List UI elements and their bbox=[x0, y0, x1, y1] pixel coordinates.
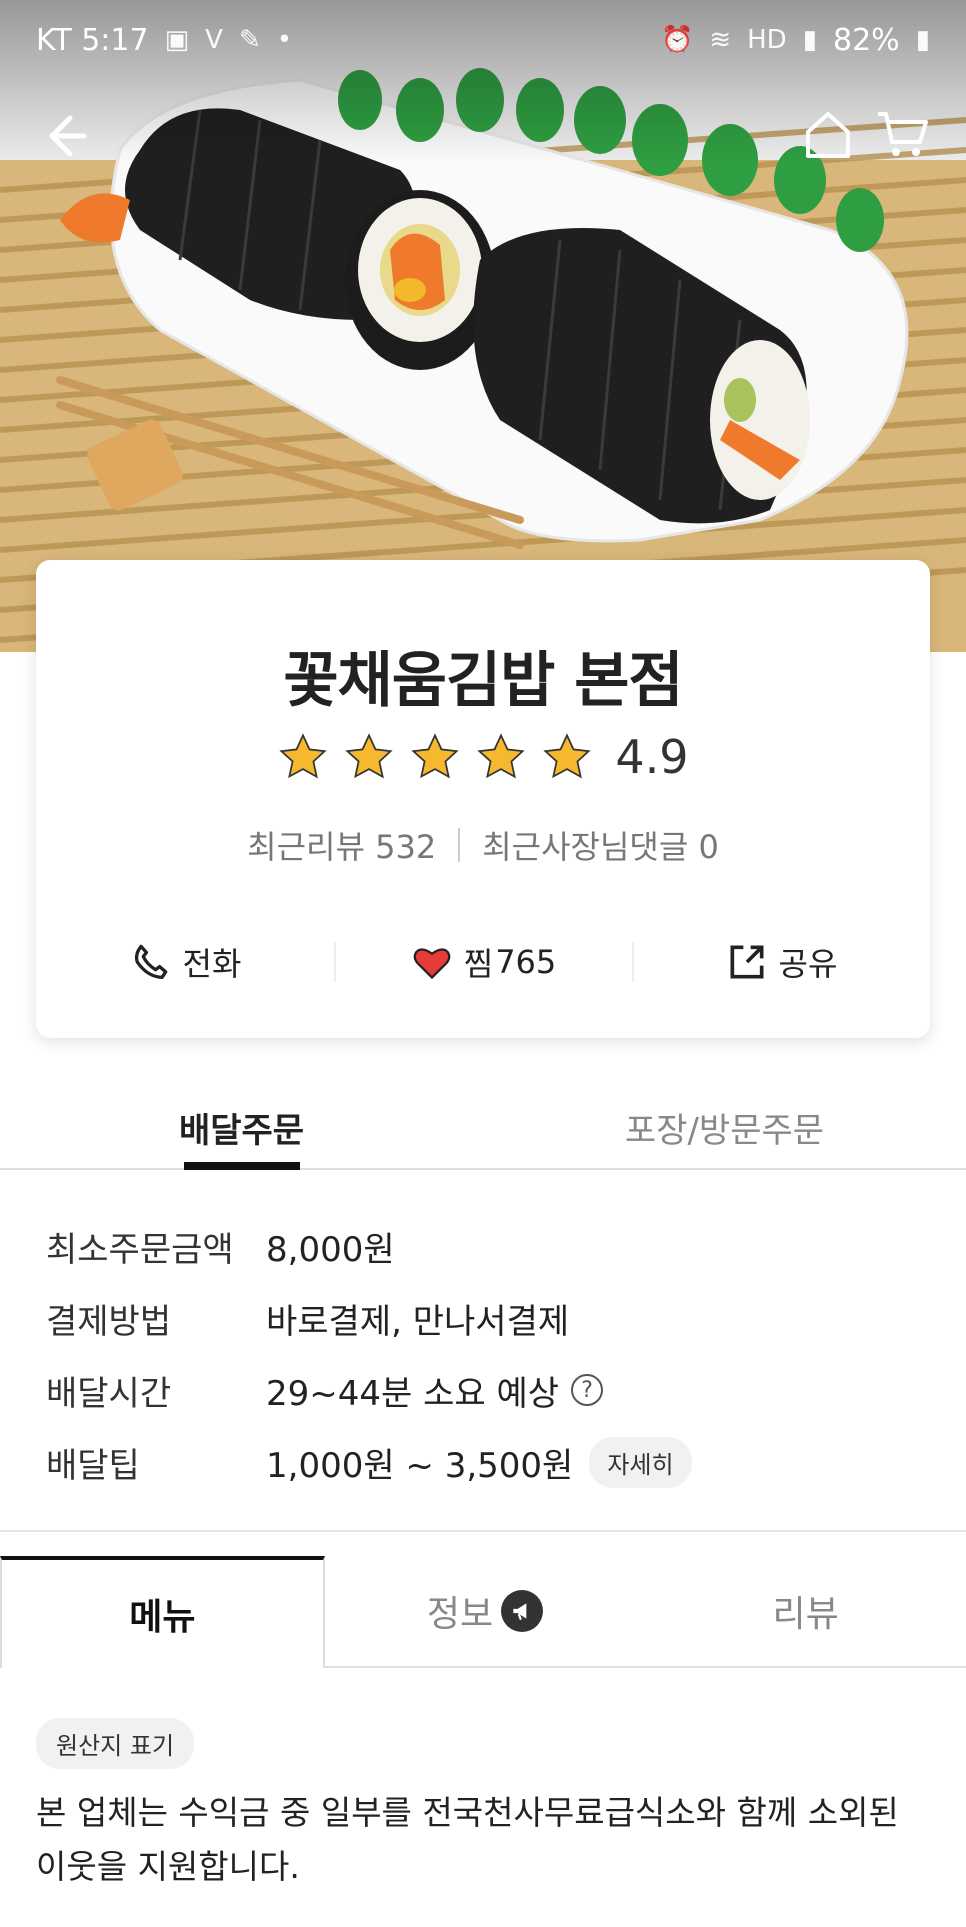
megaphone-icon bbox=[501, 1590, 544, 1632]
tab-pickup-order[interactable]: 포장/방문주문 bbox=[483, 1086, 966, 1168]
recent-reviews-link[interactable]: 최근리뷰 532 bbox=[247, 822, 436, 868]
section-divider bbox=[0, 1530, 966, 1532]
share-button[interactable]: 공유 bbox=[632, 922, 930, 1002]
signal-icon: ▮ bbox=[802, 25, 817, 55]
wifi-icon: ≋ bbox=[709, 25, 732, 55]
rating-score: 4.9 bbox=[615, 730, 689, 784]
tab-info[interactable]: 정보 bbox=[324, 1556, 646, 1666]
info-label: 결제방법 bbox=[46, 1301, 172, 1342]
back-arrow-icon[interactable] bbox=[36, 108, 92, 164]
tab-menu[interactable]: 메뉴 bbox=[0, 1556, 325, 1668]
content-tabs: 메뉴 정보 리뷰 bbox=[0, 1556, 966, 1668]
home-icon[interactable] bbox=[800, 106, 856, 162]
cart-icon[interactable] bbox=[874, 106, 930, 162]
info-value: 1,000원 ~ 3,500원 bbox=[266, 1445, 574, 1486]
app-notification-icon: V bbox=[205, 25, 223, 55]
gallery-notification-icon: ▣ bbox=[164, 25, 190, 55]
tab-label: 정보 bbox=[426, 1594, 494, 1635]
info-label: 배달팁 bbox=[46, 1445, 140, 1486]
share-label: 공유 bbox=[778, 945, 838, 983]
hd-icon: HD bbox=[747, 25, 787, 55]
info-label: 배달시간 bbox=[46, 1373, 172, 1414]
origin-label-button[interactable]: 원산지 표기 bbox=[36, 1718, 195, 1769]
review-summary: 최근리뷰 532 최근사장님댓글 0 bbox=[36, 822, 930, 868]
tab-label: 메뉴 bbox=[129, 1597, 196, 1638]
star-icon bbox=[477, 733, 526, 779]
status-bar: KT 5:17 ▣ V ✎ • ⏰ ≋ HD ▮ 82% ▮ bbox=[0, 0, 966, 80]
battery-level: 82% bbox=[833, 22, 900, 58]
active-tab-underline bbox=[183, 1162, 300, 1170]
pen-notification-icon: ✎ bbox=[238, 25, 261, 55]
star-icon bbox=[345, 733, 394, 779]
info-value-wrap: 1,000원 ~ 3,500원 자세히 bbox=[266, 1436, 692, 1488]
top-navigation bbox=[0, 100, 966, 170]
store-hero-image bbox=[0, 0, 966, 652]
tip-details-button[interactable]: 자세히 bbox=[589, 1436, 692, 1488]
like-count: 765 bbox=[495, 943, 557, 981]
info-row-min-order: 최소주문금액 8,000원 bbox=[46, 1210, 926, 1282]
order-type-tabs: 배달주문 포장/방문주문 bbox=[0, 1086, 966, 1170]
like-label: 찜 bbox=[463, 945, 494, 983]
tab-delivery-order[interactable]: 배달주문 bbox=[0, 1086, 483, 1170]
carrier-time: KT 5:17 bbox=[36, 22, 149, 58]
tab-label: 리뷰 bbox=[772, 1594, 839, 1635]
alarm-icon: ⏰ bbox=[660, 25, 694, 55]
heart-icon bbox=[413, 948, 451, 980]
star-icon bbox=[411, 733, 460, 779]
divider bbox=[458, 828, 461, 862]
share-icon bbox=[730, 945, 764, 979]
star-icon bbox=[279, 733, 328, 779]
tab-label: 포장/방문주문 bbox=[624, 1110, 825, 1151]
battery-icon: ▮ bbox=[915, 25, 930, 55]
tab-reviews[interactable]: 리뷰 bbox=[645, 1556, 966, 1666]
store-actions: 전화 찜 765 공유 bbox=[36, 922, 930, 1002]
store-rating: 4.9 bbox=[36, 730, 930, 784]
info-row-payment: 결제방법 바로결제, 만나서결제 bbox=[46, 1282, 926, 1354]
tab-label: 배달주문 bbox=[178, 1110, 305, 1151]
info-value: 29~44분 소요 예상 bbox=[266, 1373, 560, 1414]
like-button[interactable]: 찜 765 bbox=[334, 922, 632, 1002]
dot-notification-icon: • bbox=[276, 25, 293, 55]
owner-replies-link[interactable]: 최근사장님댓글 0 bbox=[482, 822, 719, 868]
store-info-card: 꽃채움김밥 본점 4.9 최근리뷰 532 최근사장님댓글 0 전화 찜 765 bbox=[36, 560, 930, 1038]
info-label: 최소주문금액 bbox=[46, 1229, 234, 1270]
info-row-delivery-time: 배달시간 29~44분 소요 예상 ? bbox=[46, 1354, 926, 1426]
store-notice: 본 업체는 수익금 중 일부를 전국천사무료급식소와 함께 소외된 이웃을 지원… bbox=[36, 1793, 899, 1886]
info-value-wrap: 29~44분 소요 예상 ? bbox=[266, 1366, 604, 1415]
store-name: 꽃채움김밥 본점 bbox=[283, 646, 683, 716]
help-icon[interactable]: ? bbox=[571, 1374, 604, 1406]
info-row-delivery-tip: 배달팁 1,000원 ~ 3,500원 자세히 bbox=[46, 1426, 926, 1498]
star-icon bbox=[543, 733, 592, 779]
phone-icon bbox=[134, 944, 167, 980]
delivery-info: 최소주문금액 8,000원 결제방법 바로결제, 만나서결제 배달시간 29~4… bbox=[46, 1210, 926, 1498]
call-label: 전화 bbox=[182, 945, 242, 983]
info-value: 바로결제, 만나서결제 bbox=[266, 1301, 570, 1342]
call-button[interactable]: 전화 bbox=[36, 922, 334, 1002]
info-value: 8,000원 bbox=[266, 1229, 395, 1270]
